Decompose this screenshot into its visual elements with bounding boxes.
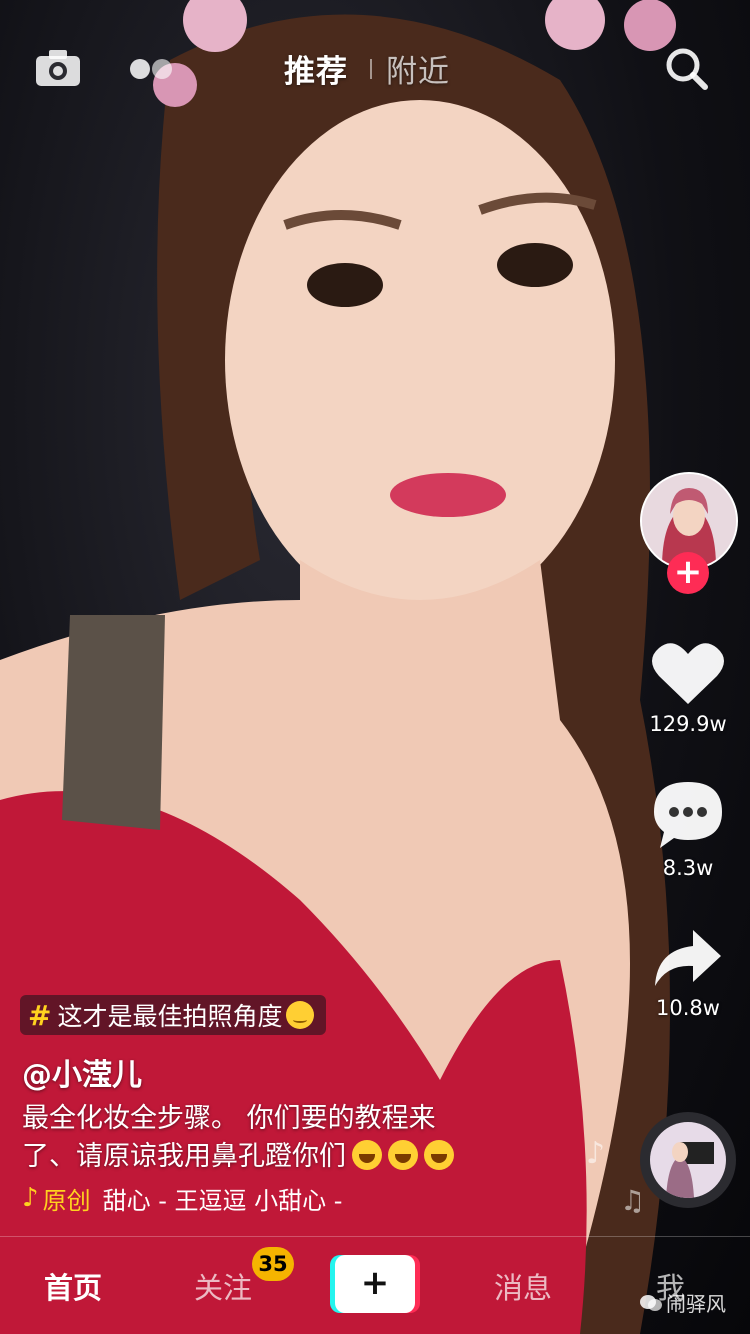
plus-icon: + [335, 1255, 415, 1313]
description-line-1: 最全化妆全步骤。 你们要的教程来 [22, 1103, 436, 1134]
tab-divider [370, 58, 372, 79]
tab-recommend[interactable]: 推荐 [284, 46, 348, 91]
creator-avatar-group: + [640, 472, 738, 594]
share-count: 10.8w [656, 996, 720, 1020]
music-note-icon: ♫ [620, 1184, 646, 1217]
laugh-emoji-icon [424, 1140, 454, 1170]
bottom-nav: 首页 关注 35 + 消息 我 [0, 1237, 750, 1334]
comment-icon[interactable] [652, 780, 724, 850]
camera-icon[interactable] [34, 48, 82, 88]
music-origin: 原创 [42, 1186, 91, 1215]
post-description: 最全化妆全步骤。 你们要的教程来 了、请原谅我用鼻孔蹬你们 [22, 1100, 542, 1176]
nav-messages[interactable]: 消息 [494, 1265, 552, 1307]
share-icon[interactable] [653, 928, 723, 990]
watermark: 闹驿风 [640, 1288, 726, 1317]
watermark-text: 闹驿风 [666, 1292, 726, 1316]
top-bar: 推荐 附近 [0, 30, 750, 110]
hashtag-label: 这才是最佳拍照角度 [57, 1002, 283, 1031]
hashtag-icon: # [28, 998, 52, 1032]
description-line-2: 了、请原谅我用鼻孔蹬你们 [22, 1141, 346, 1172]
heart-icon[interactable] [651, 640, 725, 706]
nav-follow[interactable]: 关注 [194, 1265, 252, 1307]
music-disc[interactable] [640, 1112, 736, 1208]
hashtag-chip[interactable]: # 这才是最佳拍照角度 [20, 995, 327, 1035]
comment-action[interactable]: 8.3w [633, 780, 743, 880]
nav-home[interactable]: 首页 [44, 1265, 102, 1307]
tab-nearby[interactable]: 附近 [386, 46, 450, 91]
laugh-emoji-icon [388, 1140, 418, 1170]
like-action[interactable]: 129.9w [633, 640, 743, 736]
tiktok-note-icon: ♪ [22, 1183, 39, 1213]
comment-count: 8.3w [662, 856, 714, 880]
music-info[interactable]: ♪ 原创 甜心 - 王逗逗 小甜心 - [22, 1180, 582, 1216]
music-track: 甜心 - 王逗逗 小甜心 - [102, 1186, 343, 1215]
add-video-button[interactable]: + [330, 1255, 420, 1313]
search-icon[interactable] [662, 44, 710, 92]
feed-tabs: 推荐 附近 [284, 46, 450, 91]
smirk-emoji-icon [286, 1001, 315, 1029]
laugh-emoji-icon [352, 1140, 382, 1170]
follow-badge: 35 [252, 1247, 294, 1281]
description-line-2-wrap: 了、请原谅我用鼻孔蹬你们 [22, 1138, 542, 1176]
follow-button[interactable]: + [667, 552, 709, 594]
author-username[interactable]: @小滢儿 [22, 1050, 142, 1094]
music-cover-image [650, 1122, 726, 1198]
wechat-icon [640, 1294, 662, 1311]
like-count: 129.9w [649, 712, 727, 736]
share-action[interactable]: 10.8w [633, 928, 743, 1020]
live-icon[interactable] [128, 56, 176, 82]
music-note-icon: ♪ [586, 1136, 606, 1171]
